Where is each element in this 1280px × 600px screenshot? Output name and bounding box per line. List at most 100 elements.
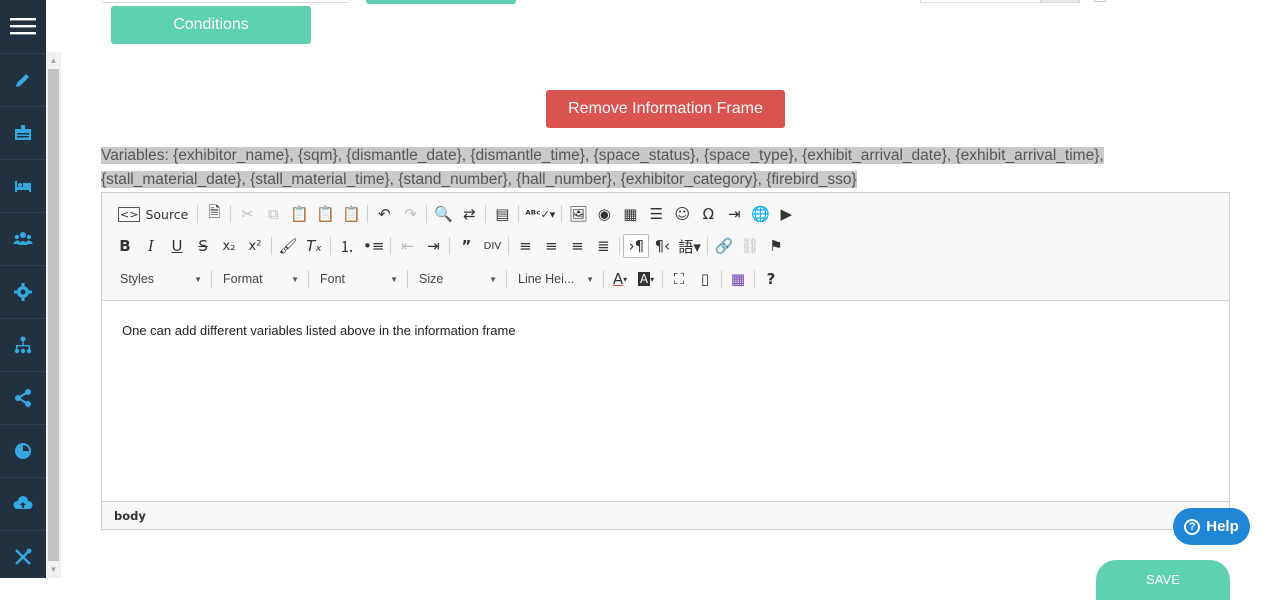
superscript-icon[interactable]: x² bbox=[242, 234, 268, 258]
special-char-icon[interactable]: Ω bbox=[695, 202, 721, 226]
blockquote-icon[interactable]: ” bbox=[453, 234, 479, 258]
size-dropdown[interactable]: Size ▼ bbox=[411, 267, 503, 291]
toolbar-separator bbox=[662, 270, 663, 288]
editor-content-text: One can add different variables listed a… bbox=[122, 323, 516, 338]
font-dropdown[interactable]: Font ▼ bbox=[312, 267, 404, 291]
pie-chart-icon[interactable] bbox=[0, 424, 46, 477]
chevron-down-icon: ▼ bbox=[489, 274, 497, 284]
toolbar-separator bbox=[390, 237, 392, 255]
align-right-icon[interactable]: ≡ bbox=[564, 234, 590, 258]
anchor-flag-icon[interactable]: ⚑ bbox=[763, 234, 789, 258]
templates-icon[interactable]: 🗎 bbox=[201, 202, 227, 226]
numbered-list-icon[interactable]: ⒈ bbox=[334, 234, 360, 258]
editor-content-area[interactable]: One can add different variables listed a… bbox=[102, 301, 1229, 501]
div-container-icon[interactable]: DIV bbox=[479, 234, 505, 258]
unlink-icon[interactable]: ⛓ bbox=[737, 234, 763, 258]
maximize-icon[interactable]: ⛶ bbox=[666, 267, 692, 291]
gear-icon[interactable] bbox=[0, 265, 46, 318]
help-label: Help bbox=[1206, 518, 1239, 535]
iframe-icon[interactable]: 🌐 bbox=[747, 202, 773, 226]
question-circle-icon: ? bbox=[1184, 518, 1201, 535]
help-button[interactable]: ? Help bbox=[1173, 508, 1250, 545]
bold-icon[interactable]: B bbox=[112, 234, 138, 258]
remove-information-frame-button[interactable]: Remove Information Frame bbox=[546, 90, 785, 128]
paste-icon[interactable]: 📋 bbox=[286, 202, 312, 226]
help-question-icon[interactable]: ? bbox=[758, 267, 784, 291]
id-card-icon[interactable] bbox=[0, 106, 46, 159]
text-color-icon[interactable]: A ▾ bbox=[607, 267, 633, 291]
scroll-down-icon[interactable]: ▼ bbox=[46, 561, 61, 578]
rich-text-editor: <> Source 🗎 ✂ ⧉ 📋 📋 📋 ↶ ↷ 🔍 ⇄ ▤ ᴬᴮᶜ✓▾ 🖼 ◉… bbox=[101, 192, 1230, 530]
toolbar-row-1: <> Source 🗎 ✂ ⧉ 📋 📋 📋 ↶ ↷ 🔍 ⇄ ▤ ᴬᴮᶜ✓▾ 🖼 ◉… bbox=[112, 200, 799, 228]
format-dropdown[interactable]: Format ▼ bbox=[215, 267, 305, 291]
page-break-icon[interactable]: ⇥ bbox=[721, 202, 747, 226]
find-icon[interactable]: 🔍 bbox=[430, 202, 456, 226]
copy-format-icon[interactable]: 🖌 bbox=[275, 234, 301, 258]
conditions-button[interactable]: Conditions bbox=[111, 6, 311, 44]
undo-icon[interactable]: ↶ bbox=[371, 202, 397, 226]
line-height-dropdown-label: Line Hei... bbox=[518, 272, 575, 286]
top-input-field[interactable] bbox=[101, 0, 351, 3]
indent-icon[interactable]: ⇥ bbox=[420, 234, 446, 258]
users-icon[interactable] bbox=[0, 212, 46, 265]
save-button[interactable]: SAVE bbox=[1096, 560, 1230, 600]
hamburger-menu-icon[interactable] bbox=[0, 0, 46, 52]
toolbar-separator bbox=[721, 270, 722, 288]
select-all-icon[interactable]: ▤ bbox=[489, 202, 515, 226]
bulleted-list-icon[interactable]: •≡ bbox=[360, 234, 387, 258]
top-checkbox[interactable] bbox=[1094, 0, 1106, 2]
top-right-addon-button[interactable] bbox=[1040, 0, 1080, 3]
underline-icon[interactable]: U bbox=[164, 234, 190, 258]
horizontal-line-icon[interactable]: ☰ bbox=[643, 202, 669, 226]
text-direction-ltr-icon[interactable]: ›¶ bbox=[623, 234, 650, 258]
paste-text-icon[interactable]: 📋 bbox=[312, 202, 338, 226]
strikethrough-icon[interactable]: S bbox=[190, 234, 216, 258]
line-height-dropdown[interactable]: Line Hei... ▼ bbox=[510, 267, 600, 291]
copy-icon[interactable]: ⧉ bbox=[260, 202, 286, 226]
bed-icon[interactable] bbox=[0, 159, 46, 212]
outdent-icon[interactable]: ⇤ bbox=[394, 234, 420, 258]
scroll-up-icon[interactable]: ▲ bbox=[46, 52, 61, 69]
toolbar-separator bbox=[407, 270, 408, 288]
share-icon[interactable] bbox=[0, 371, 46, 424]
toolbar-separator bbox=[508, 237, 510, 255]
pencil-icon[interactable] bbox=[0, 53, 46, 106]
language-icon[interactable]: 語▾ bbox=[675, 234, 704, 258]
editor-toolbar: <> Source 🗎 ✂ ⧉ 📋 📋 📋 ↶ ↷ 🔍 ⇄ ▤ ᴬᴮᶜ✓▾ 🖼 ◉… bbox=[102, 193, 1229, 301]
smiley-icon[interactable]: ☺ bbox=[669, 202, 695, 226]
grid-icon[interactable]: ▦ bbox=[725, 267, 751, 291]
align-left-icon[interactable]: ≡ bbox=[512, 234, 538, 258]
vertical-scrollbar[interactable]: ▲ ▼ bbox=[46, 52, 61, 578]
table-icon[interactable]: ▦ bbox=[617, 202, 643, 226]
org-chart-icon[interactable] bbox=[0, 318, 46, 371]
scrollbar-thumb[interactable] bbox=[48, 69, 59, 561]
image-icon[interactable]: 🖼 bbox=[565, 202, 591, 226]
source-button[interactable]: <> Source bbox=[112, 202, 194, 226]
remove-format-icon[interactable]: Tₓ bbox=[301, 234, 327, 258]
align-center-icon[interactable]: ≡ bbox=[538, 234, 564, 258]
cut-icon[interactable]: ✂ bbox=[234, 202, 260, 226]
background-color-icon[interactable]: A ▾ bbox=[633, 267, 659, 291]
youtube-icon[interactable]: ▶ bbox=[773, 202, 799, 226]
styles-dropdown[interactable]: Styles ▼ bbox=[112, 267, 208, 291]
paste-from-word-icon[interactable]: 📋 bbox=[338, 202, 364, 226]
redo-icon[interactable]: ↷ bbox=[397, 202, 423, 226]
top-green-button[interactable] bbox=[366, 0, 516, 4]
italic-icon[interactable]: I bbox=[138, 234, 164, 258]
link-icon[interactable]: 🔗 bbox=[711, 234, 737, 258]
toolbar-row-3: Styles ▼ Format ▼ Font ▼ Size ▼ Line Hei... ▼… bbox=[112, 265, 784, 293]
text-direction-rtl-icon[interactable]: ¶‹ bbox=[649, 234, 675, 258]
size-dropdown-label: Size bbox=[419, 272, 444, 286]
tools-icon[interactable] bbox=[0, 530, 46, 583]
subscript-icon[interactable]: x₂ bbox=[216, 234, 242, 258]
chevron-down-icon: ▼ bbox=[194, 274, 202, 284]
element-path-body[interactable]: body bbox=[114, 509, 146, 523]
show-blocks-icon[interactable]: ▯ bbox=[692, 267, 718, 291]
cloud-upload-icon[interactable] bbox=[0, 477, 46, 530]
flash-icon[interactable]: ◉ bbox=[591, 202, 617, 226]
toolbar-separator bbox=[518, 205, 520, 223]
spellcheck-icon[interactable]: ᴬᴮᶜ✓▾ bbox=[522, 202, 558, 226]
justify-icon[interactable]: ≣ bbox=[590, 234, 616, 258]
toolbar-separator bbox=[619, 237, 621, 255]
replace-icon[interactable]: ⇄ bbox=[456, 202, 482, 226]
